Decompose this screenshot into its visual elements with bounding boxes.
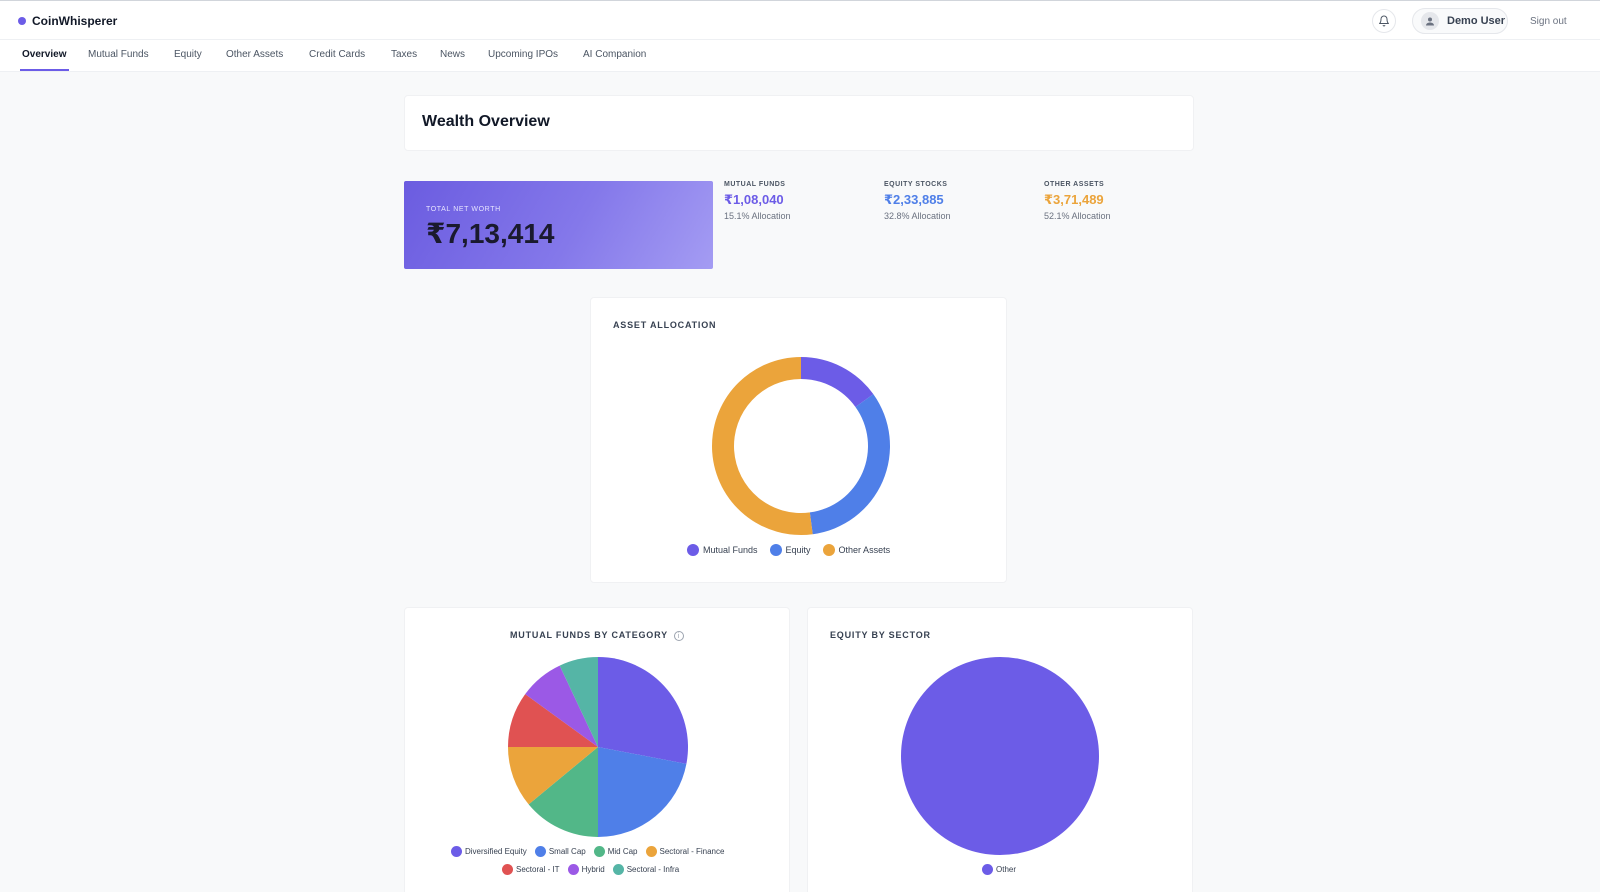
mutual-funds-category-card: MUTUAL FUNDS BY CATEGORY i Diversified Eq… — [404, 607, 790, 892]
tab-news[interactable]: News — [440, 49, 465, 60]
legend-label: Sectoral - Infra — [626, 865, 680, 874]
tab-credit-cards[interactable]: Credit Cards — [309, 49, 365, 60]
stat-mutual-funds: MUTUAL FUNDS ₹1,08,040 15.1% Allocation — [724, 181, 791, 221]
info-icon[interactable]: i — [673, 630, 684, 641]
legend-swatch — [502, 864, 513, 875]
mutual-funds-legend-row-2: Sectoral - IT Hybrid Sectoral - Infra — [502, 864, 687, 875]
equity-sector-pie-chart — [901, 657, 1099, 855]
legend-item-mutual-funds[interactable]: Mutual Funds — [687, 544, 758, 556]
legend-swatch — [612, 864, 624, 875]
tab-upcoming-ipos[interactable]: Upcoming IPOs — [488, 49, 558, 60]
legend-swatch — [534, 846, 546, 857]
donut-slice-other-assets[interactable] — [712, 357, 813, 535]
mutual-funds-legend-row-1: Diversified Equity Small Cap Mid Cap Sector… — [451, 846, 732, 857]
legend-swatch — [567, 864, 579, 875]
asset-allocation-title: ASSET ALLOCATION — [613, 320, 717, 330]
legend-item-sectoral-finance[interactable]: Sectoral - Finance — [645, 846, 725, 857]
legend-label: Mutual Funds — [703, 545, 758, 555]
legend-item-mid-cap[interactable]: Mid Cap — [593, 846, 638, 857]
tab-overview[interactable]: Overview — [22, 49, 66, 60]
net-worth-value: ₹7,13,414 — [426, 218, 555, 249]
stat-value: ₹1,08,040 — [724, 192, 784, 207]
user-avatar-icon — [1426, 17, 1434, 26]
legend-label: Equity — [785, 545, 811, 555]
legend-item-hybrid[interactable]: Hybrid — [567, 864, 605, 875]
stat-other-assets: OTHER ASSETS ₹3,71,489 52.1% Allocation — [1044, 181, 1111, 221]
legend-item-other[interactable]: Other — [982, 864, 1016, 875]
donut-slice-mutual-funds[interactable] — [801, 357, 874, 407]
stat-allocation: 15.1% Allocation — [724, 211, 791, 221]
stat-label: MUTUAL FUNDS — [724, 181, 786, 188]
legend-swatch — [451, 846, 462, 857]
legend-item-small-cap[interactable]: Small Cap — [534, 846, 586, 857]
legend-swatch — [687, 544, 699, 556]
tab-mutual-funds[interactable]: Mutual Funds — [88, 49, 149, 60]
equity-sector-legend: Other — [982, 864, 1024, 875]
top-bar: CoinWhisperer Demo User Sign out — [0, 0, 1600, 40]
equity-sector-title: EQUITY BY SECTOR — [830, 630, 931, 640]
legend-label: Other Assets — [838, 545, 891, 555]
equity-sector-card: EQUITY BY SECTOR Other — [807, 607, 1193, 892]
legend-item-equity[interactable]: Equity — [769, 544, 811, 556]
legend-label: Other — [996, 865, 1017, 874]
mutual-funds-category-title: MUTUAL FUNDS BY CATEGORY i — [510, 630, 684, 641]
tab-other-assets[interactable]: Other Assets — [226, 49, 283, 60]
notifications-button[interactable] — [1372, 9, 1396, 33]
legend-swatch — [822, 544, 835, 556]
legend-label: Diversified Equity — [465, 847, 527, 856]
legend-item-sectoral-infra[interactable]: Sectoral - Infra — [612, 864, 680, 875]
donut-slice-equity[interactable] — [809, 394, 890, 535]
user-name: Demo User — [1447, 15, 1506, 27]
stat-value: ₹3,71,489 — [1044, 192, 1104, 207]
tab-ai-companion[interactable]: AI Companion — [583, 49, 646, 60]
pie-slice-diversified-equity[interactable] — [598, 657, 688, 764]
asset-allocation-donut-chart — [712, 357, 890, 535]
legend-item-diversified-equity[interactable]: Diversified Equity — [451, 846, 527, 857]
legend-label: Sectoral - IT — [516, 865, 560, 874]
net-worth-card: TOTAL NET WORTH ₹7,13,414 — [404, 181, 713, 269]
mutual-funds-pie-chart — [508, 657, 688, 837]
legend-swatch — [769, 544, 782, 556]
legend-label: Mid Cap — [607, 847, 638, 856]
stat-label: OTHER ASSETS — [1044, 181, 1105, 188]
tab-taxes[interactable]: Taxes — [391, 49, 417, 60]
legend-swatch — [982, 864, 993, 875]
main-nav: Overview Mutual Funds Equity Other Asset… — [0, 40, 1600, 72]
asset-allocation-legend: Mutual Funds Equity Other Assets — [687, 544, 902, 556]
stat-allocation: 52.1% Allocation — [1044, 211, 1111, 221]
stat-equity-stocks: EQUITY STOCKS ₹2,33,885 32.8% Allocation — [884, 181, 951, 221]
legend-label: Hybrid — [581, 865, 605, 874]
legend-item-sectoral-it[interactable]: Sectoral - IT — [502, 864, 560, 875]
page-header-card: Wealth Overview — [404, 95, 1194, 151]
active-tab-indicator — [20, 69, 69, 71]
stat-value: ₹2,33,885 — [884, 192, 944, 207]
legend-item-other-assets[interactable]: Other Assets — [822, 544, 891, 556]
legend-swatch — [645, 846, 657, 857]
tab-equity[interactable]: Equity — [174, 49, 202, 60]
legend-swatch — [593, 846, 605, 857]
stat-label: EQUITY STOCKS — [884, 181, 948, 188]
avatar — [1421, 12, 1439, 30]
legend-label: Sectoral - Finance — [659, 847, 725, 856]
pie-slice-other[interactable] — [901, 657, 1099, 855]
brand-logo-icon — [18, 17, 26, 25]
brand-name: CoinWhisperer — [32, 14, 118, 28]
legend-label: Small Cap — [548, 847, 586, 856]
brand[interactable]: CoinWhisperer — [18, 14, 117, 28]
asset-allocation-card: ASSET ALLOCATION Mutual Funds Equity Other… — [590, 297, 1007, 583]
sign-out-button[interactable]: Sign out — [1530, 16, 1567, 27]
bell-icon — [1379, 15, 1389, 27]
stat-allocation: 32.8% Allocation — [884, 211, 951, 221]
net-worth-label: TOTAL NET WORTH — [426, 206, 501, 213]
user-menu-button[interactable]: Demo User — [1412, 8, 1508, 34]
mutual-funds-category-title-text: MUTUAL FUNDS BY CATEGORY — [510, 630, 668, 640]
page-title: Wealth Overview — [422, 113, 550, 130]
